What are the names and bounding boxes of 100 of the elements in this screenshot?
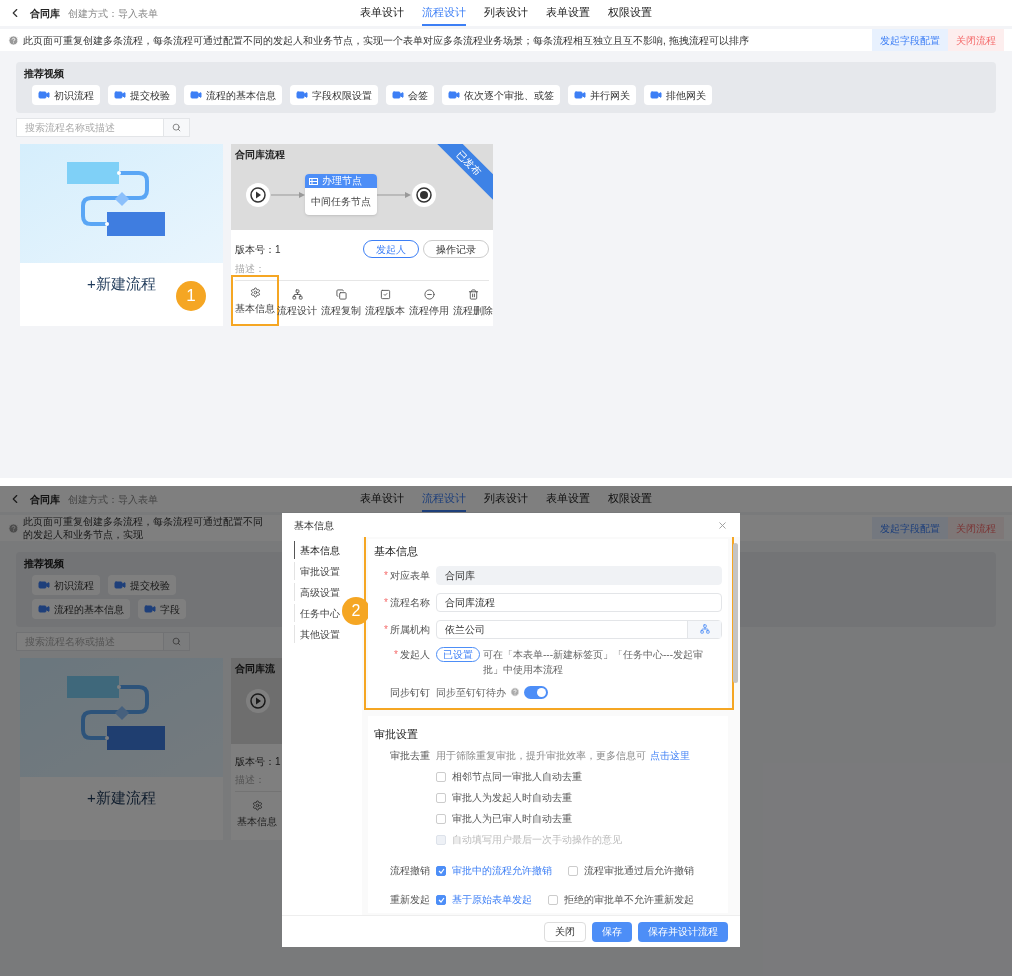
field-label: 流程名称 xyxy=(390,595,430,610)
tab[interactable]: 权限设置 xyxy=(608,486,652,512)
tab[interactable]: 列表设计 xyxy=(484,0,528,26)
card-action[interactable]: 流程复制 xyxy=(319,287,363,320)
task-node-text: 中间任务节点 xyxy=(310,195,372,209)
check-icon xyxy=(437,896,445,903)
tab[interactable]: 列表设计 xyxy=(484,486,528,512)
checkbox[interactable] xyxy=(548,894,558,905)
tab[interactable]: 表单设置 xyxy=(546,0,590,26)
video-chip[interactable]: 提交校验 xyxy=(108,575,176,595)
page-subtitle: 创建方式：导入表单 xyxy=(68,6,158,21)
help-icon xyxy=(8,522,19,534)
video-chip[interactable]: 并行网关 xyxy=(568,85,636,105)
checkbox[interactable] xyxy=(568,865,578,876)
input-field[interactable]: 依兰公司 xyxy=(436,619,722,639)
hint-text: 可在「本表单---新建标签页」「任务中心---发起审批」中使用本流程 xyxy=(483,647,704,677)
search-field[interactable]: 搜索流程名称或描述 xyxy=(16,118,164,137)
video-icon xyxy=(114,579,126,591)
card-action[interactable]: 流程删除 xyxy=(451,287,493,320)
video-chip[interactable]: 会签 xyxy=(386,85,434,105)
page-title: 合同库 xyxy=(30,6,60,21)
search-button[interactable] xyxy=(164,118,190,137)
settings-icon xyxy=(249,287,261,298)
checkbox[interactable] xyxy=(436,865,446,876)
video-chip[interactable]: 流程的基本信息 xyxy=(32,599,130,619)
field-label: 重新发起 xyxy=(390,893,430,907)
tab[interactable]: 流程设计 xyxy=(422,0,466,26)
tab[interactable]: 表单设计 xyxy=(360,0,404,26)
video-chip[interactable]: 初识流程 xyxy=(32,85,100,105)
checkbox[interactable] xyxy=(436,894,446,905)
video-chip[interactable]: 排他网关 xyxy=(644,85,712,105)
checkbox[interactable] xyxy=(436,771,446,782)
help-icon xyxy=(510,687,520,697)
search-icon xyxy=(172,637,181,646)
section-title: 推荐视频 xyxy=(24,67,64,81)
nav-item[interactable]: 高级设置 xyxy=(294,583,340,601)
required-mark: * xyxy=(384,622,388,637)
video-chip[interactable]: 提交校验 xyxy=(108,85,176,105)
section-heading: 基本信息 xyxy=(374,544,418,559)
search-button[interactable] xyxy=(164,632,190,651)
org-picker-button[interactable] xyxy=(687,620,721,638)
video-icon xyxy=(38,579,50,591)
video-icon xyxy=(448,89,460,101)
nav-item[interactable]: 其他设置 xyxy=(294,625,340,643)
arrow-icon xyxy=(271,190,305,199)
new-flow-label: +新建流程 xyxy=(87,788,156,808)
start-node-icon xyxy=(245,688,271,714)
field-label: 审批去重 xyxy=(390,749,430,763)
flow-title: 合同库流 xyxy=(235,662,275,676)
nav-item[interactable]: 基本信息 xyxy=(294,541,340,559)
new-flow-card[interactable]: +新建流程 xyxy=(20,658,223,840)
video-chip[interactable]: 初识流程 xyxy=(32,575,100,595)
input-field[interactable]: 合同库流程 xyxy=(436,592,722,612)
card-action[interactable]: 基本信息 xyxy=(235,798,279,831)
checkbox[interactable] xyxy=(436,813,446,824)
description-label: 描述： xyxy=(235,262,265,276)
required-mark: * xyxy=(384,568,388,583)
video-chip[interactable]: 字段 xyxy=(138,599,186,619)
checkbox-label: 拒绝的审批单不允许重新发起 xyxy=(564,893,694,907)
more-info-link[interactable]: 点击这里 xyxy=(650,748,690,763)
task-node[interactable]: 办理节点 中间任务节点 xyxy=(305,174,377,215)
video-chip[interactable]: 字段权限设置 xyxy=(290,85,378,105)
dialog-title: 基本信息 xyxy=(294,518,334,533)
field-label: 所属机构 xyxy=(390,622,430,637)
table-icon xyxy=(309,177,318,185)
tab[interactable]: 表单设置 xyxy=(546,486,590,512)
toolbar-button[interactable]: 发起字段配置 xyxy=(872,29,948,51)
dedupe-description: 用于筛除重复审批，提升审批效率，更多信息可 xyxy=(436,749,646,763)
card-action[interactable]: 流程版本 xyxy=(363,287,407,320)
checkbox-label: 基于原始表单发起 xyxy=(452,893,532,907)
notice-text: 此页面可重复创建多条流程，每条流程可通过配置不同的发起人和业务节点，实现一个表单对应多条流程业务场景；每条流程相互独立且互不影响, 拖拽流程可以排序 xyxy=(23,33,749,47)
trash-icon xyxy=(467,289,479,300)
tab[interactable]: 表单设计 xyxy=(360,486,404,512)
field-label: 发起人 xyxy=(400,647,430,662)
video-chip[interactable]: 流程的基本信息 xyxy=(184,85,282,105)
arrow-icon xyxy=(377,190,411,199)
section-heading: 审批设置 xyxy=(374,726,418,742)
end-node-icon xyxy=(411,181,437,208)
version-text: 版本号：1 xyxy=(235,755,281,769)
checkbox[interactable] xyxy=(436,792,446,803)
checkbox-label: 审批中的流程允许撤销 xyxy=(452,864,552,878)
video-icon xyxy=(114,89,126,101)
card-action[interactable]: 流程停用 xyxy=(407,287,451,320)
toggle-switch[interactable] xyxy=(524,685,548,699)
tab[interactable]: 权限设置 xyxy=(608,0,652,26)
checkbox-label: 审批人为已审人时自动去重 xyxy=(452,812,572,826)
video-chip[interactable]: 依次逐个审批、或签 xyxy=(442,85,560,105)
video-icon xyxy=(650,89,662,101)
org-icon xyxy=(699,624,710,634)
stop-icon xyxy=(423,289,435,300)
close-icon[interactable] xyxy=(717,519,728,531)
notice-text: 此页面可重复创建多条流程，每条流程可通过配置不同的发起人和业务节点，实现 xyxy=(23,515,263,541)
field-label: 流程撤销 xyxy=(390,864,430,878)
check-icon xyxy=(437,867,445,874)
video-icon xyxy=(38,89,50,101)
nav-item[interactable]: 审批设置 xyxy=(294,562,340,580)
video-icon xyxy=(144,603,156,615)
nav-item[interactable]: 任务中心 xyxy=(294,604,340,622)
dialog-button[interactable]: 关闭 xyxy=(544,921,586,942)
video-icon xyxy=(190,89,202,101)
